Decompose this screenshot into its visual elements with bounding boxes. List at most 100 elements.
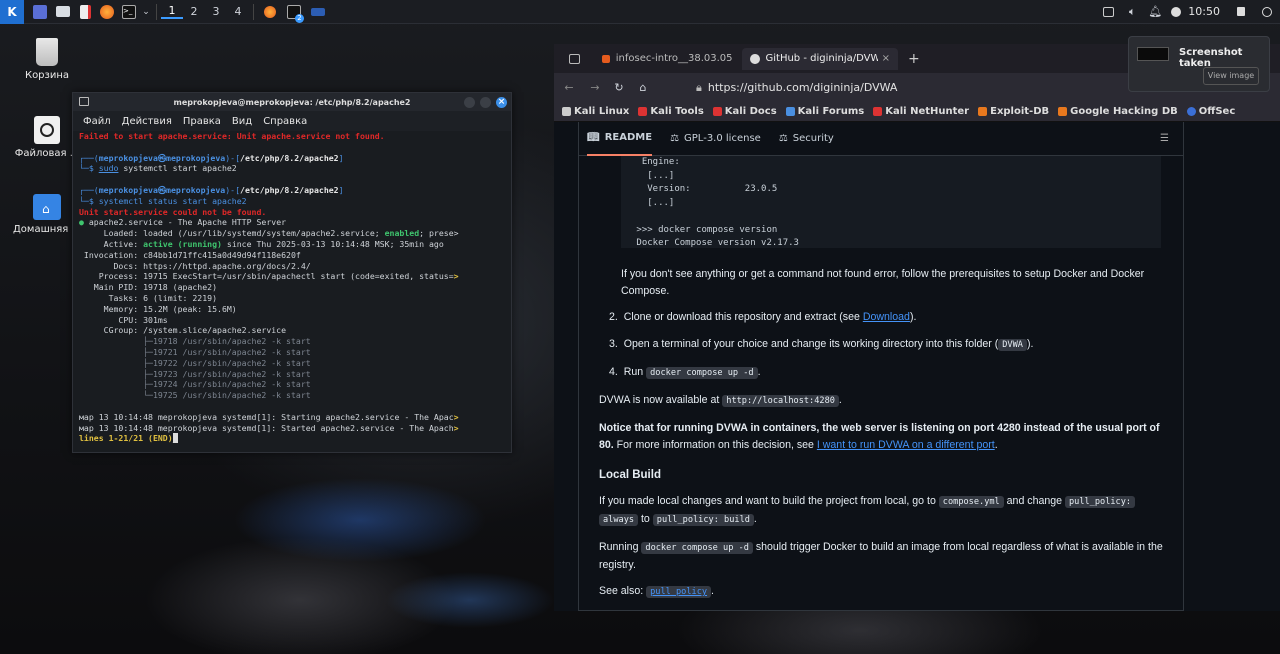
close-tab-icon[interactable]: × xyxy=(882,53,890,64)
tab-github[interactable]: GitHub - digininja/DVWA × xyxy=(742,47,898,70)
bookmark-label: Kali Forums xyxy=(797,106,865,117)
github-icon xyxy=(750,53,760,64)
readme-tab[interactable]: 📖︎ README xyxy=(587,122,653,156)
bookmark-exploit-db[interactable]: Exploit-DB xyxy=(978,106,1049,117)
file-manager-icon[interactable] xyxy=(52,0,74,24)
bookmark-kali-tools[interactable]: Kali Tools xyxy=(638,106,704,117)
bookmark-ghdb[interactable]: Google Hacking DB xyxy=(1058,106,1178,117)
bookmarks-bar: Kali Linux Kali Tools Kali Docs Kali For… xyxy=(554,102,1280,122)
inline-code: docker compose up -d xyxy=(641,542,753,554)
logout-icon[interactable] xyxy=(1254,0,1280,24)
list-item-4: 4. Run docker compose up -d. xyxy=(609,366,761,379)
bookmark-label: Kali Linux xyxy=(574,106,630,117)
bookmark-label: Exploit-DB xyxy=(990,106,1050,117)
prompt-dir: /etc/php/8.2/apache2 xyxy=(240,152,339,163)
window-count-badge: 2 xyxy=(295,13,304,23)
taskbar-terminal-icon[interactable]: 2 xyxy=(282,0,306,24)
text-editor-icon[interactable] xyxy=(74,0,96,24)
back-icon[interactable]: ← xyxy=(554,76,584,100)
bookmark-label: OffSec xyxy=(1198,106,1236,117)
reload-icon[interactable]: ↻ xyxy=(606,76,632,100)
paragraph-see-also: See also: pull_policy. xyxy=(599,583,1169,601)
status-tasks: Tasks: 6 (limit: 2219) xyxy=(79,292,218,303)
close-button[interactable]: × xyxy=(496,97,507,108)
maximize-button[interactable] xyxy=(480,97,491,108)
menu-edit[interactable]: Правка xyxy=(183,116,221,127)
menu-view[interactable]: Вид xyxy=(232,116,252,127)
pull-policy-link[interactable]: pull_policy xyxy=(646,586,712,598)
paragraph-prereq: If you don't see anything or get a comma… xyxy=(621,268,1145,297)
bookmark-kali-linux[interactable]: Kali Linux xyxy=(562,106,629,117)
forward-icon[interactable]: → xyxy=(584,76,606,100)
terminal-titlebar[interactable]: meprokopjeva@meprokopjeva: /etc/php/8.2/… xyxy=(73,93,511,111)
text: . xyxy=(753,513,757,525)
outline-icon[interactable]: ☰ xyxy=(1160,133,1169,144)
inline-code: compose.yml xyxy=(938,496,1004,508)
pager-status: lines 1-21/21 (END) xyxy=(79,433,173,444)
status-invocation: Invocation: c84bb1d71ffc415a0d49d94f118e… xyxy=(79,249,301,260)
list-item-2: 2. Clone or download this repository and… xyxy=(609,311,917,323)
screenshot-notification[interactable]: Screenshot taken View image xyxy=(1128,36,1270,92)
paragraph-running: Running docker compose up -d should trig… xyxy=(599,539,1169,574)
menu-help[interactable]: Справка xyxy=(263,116,307,127)
workspace-3[interactable]: 3 xyxy=(205,5,227,18)
terminal-output[interactable]: Failed to start apache.service: Unit apa… xyxy=(73,131,511,444)
screen-icon[interactable] xyxy=(1096,0,1120,24)
minimize-button[interactable] xyxy=(464,97,475,108)
firefox-icon[interactable] xyxy=(96,0,118,24)
book-icon: 📖︎ xyxy=(587,132,600,143)
text: . xyxy=(994,439,998,451)
home-icon[interactable]: ⌂ xyxy=(632,76,654,100)
power-icon[interactable] xyxy=(1166,0,1186,24)
tab-infosec[interactable]: infosec-intro__38.03.05: xyxy=(594,48,740,70)
readme-box: 📖︎ README ⚖︎ GPL-3.0 license ⚖︎ Security ☰ … xyxy=(578,122,1184,611)
status-cpu: CPU: 301ms xyxy=(79,314,168,325)
chevron-down-icon[interactable]: ⌄ xyxy=(140,0,152,24)
workspace-4[interactable]: 4 xyxy=(227,5,249,18)
bookmark-offsec[interactable]: OffSec xyxy=(1186,106,1236,117)
list-item-3: 3. Open a terminal of your choice and ch… xyxy=(609,338,1034,351)
terminal-launcher-icon[interactable]: >_ xyxy=(118,0,140,24)
text: Run xyxy=(623,366,647,378)
terminal-window[interactable]: meprokopjeva@meprokopjeva: /etc/php/8.2/… xyxy=(72,92,512,453)
page-content[interactable]: 📖︎ README ⚖︎ GPL-3.0 license ⚖︎ Security ☰ … xyxy=(554,122,1280,611)
view-image-button[interactable]: View image xyxy=(1203,67,1259,85)
code-block: Engine: [...] Version: 23.0.5 [...] >>> … xyxy=(621,156,1161,248)
desktop-icon-trash[interactable]: Корзина xyxy=(12,38,82,81)
text: ). xyxy=(909,311,917,323)
workspace-1[interactable]: 1 xyxy=(161,4,183,19)
lock-icon: 🔒︎ xyxy=(696,80,702,94)
tab-label: Security xyxy=(792,133,834,144)
volume-icon[interactable]: 🔈︎ xyxy=(1120,0,1144,24)
security-tab[interactable]: ⚖︎ Security xyxy=(779,122,834,156)
notification-bell-icon[interactable]: 🔔︎ xyxy=(1144,0,1166,24)
home-folder-icon: ⌂ xyxy=(33,194,61,220)
kali-menu-icon[interactable]: K xyxy=(0,0,24,24)
browser-window[interactable]: infosec-intro__38.03.05: GitHub - digini… xyxy=(554,44,1280,611)
bookmark-kali-nethunter[interactable]: Kali NetHunter xyxy=(873,106,969,117)
show-desktop-icon[interactable] xyxy=(28,0,52,24)
menu-actions[interactable]: Действия xyxy=(122,116,172,127)
drive-icon xyxy=(34,116,60,144)
notification-title: Screenshot taken xyxy=(1179,47,1243,69)
lock-icon[interactable] xyxy=(1228,0,1254,24)
inline-code: http://localhost:4280 xyxy=(722,395,839,407)
bookmark-kali-docs[interactable]: Kali Docs xyxy=(712,106,777,117)
workspace-2[interactable]: 2 xyxy=(183,5,205,18)
menu-file[interactable]: Файл xyxy=(83,116,111,127)
moodle-icon xyxy=(602,54,610,63)
new-tab-icon[interactable]: + xyxy=(908,51,920,67)
taskbar-screenshot-icon[interactable] xyxy=(306,0,330,24)
kali-icon xyxy=(562,107,571,116)
clock[interactable]: 10:50 xyxy=(1186,0,1220,24)
tab-overview-icon[interactable] xyxy=(554,47,594,71)
text: If you made local changes and want to bu… xyxy=(599,495,939,507)
bookmark-kali-forums[interactable]: Kali Forums xyxy=(785,106,865,117)
readme-tabs: 📖︎ README ⚖︎ GPL-3.0 license ⚖︎ Security ☰ xyxy=(579,122,1183,156)
taskbar-firefox-icon[interactable] xyxy=(258,0,282,24)
license-tab[interactable]: ⚖︎ GPL-3.0 license xyxy=(670,122,761,156)
command-text: systemctl status start apache2 xyxy=(98,195,247,206)
download-link[interactable]: Download xyxy=(863,311,910,323)
terminal-menubar: Файл Действия Правка Вид Справка xyxy=(73,111,511,131)
different-port-link[interactable]: I want to run DVWA on a different port xyxy=(817,439,995,451)
